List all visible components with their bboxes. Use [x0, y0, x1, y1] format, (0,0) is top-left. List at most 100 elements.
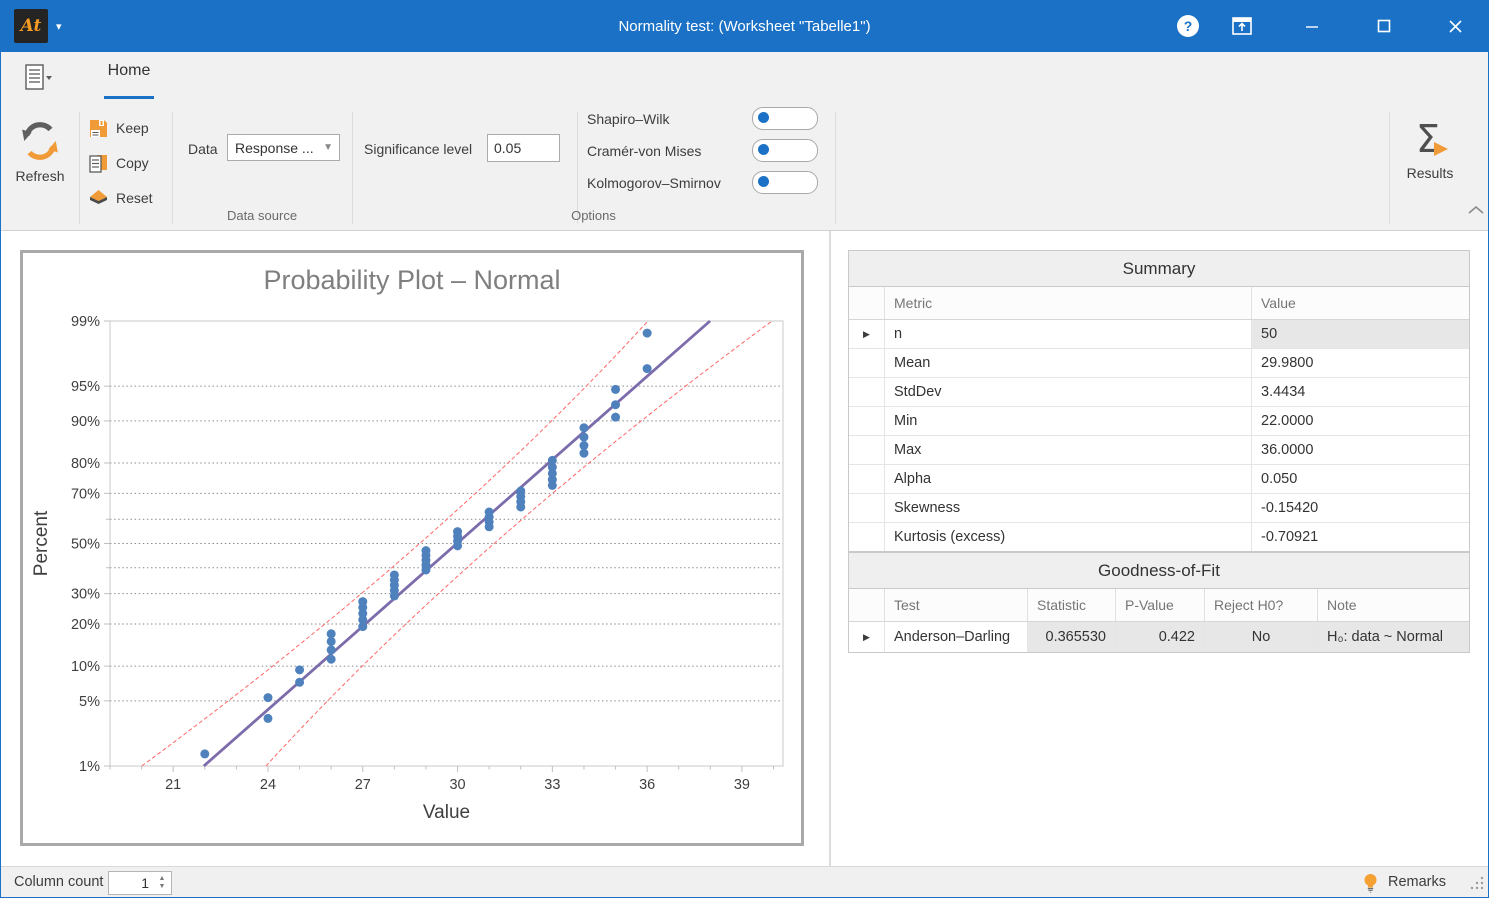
results-button[interactable]: Σ Results: [1392, 114, 1468, 181]
data-point: [295, 678, 304, 687]
data-point: [327, 645, 336, 654]
table-row[interactable]: Mean29.9800: [849, 349, 1469, 378]
table-cell: 0.365530: [1027, 622, 1115, 652]
maximize-icon: [1377, 19, 1391, 33]
y-tick-label: 50%: [71, 537, 100, 553]
data-point: [327, 655, 336, 664]
group-label-data-source: Data source: [172, 208, 352, 226]
title-bar: Normality test: (Worksheet "Tabelle1") A…: [0, 0, 1489, 52]
data-point: [263, 693, 272, 702]
app-logo-caret-icon[interactable]: ▾: [56, 20, 62, 33]
column-header: Note: [1317, 589, 1469, 621]
active-row-marker-icon: ▶: [863, 329, 870, 340]
collapse-ribbon-button[interactable]: [1468, 202, 1488, 216]
active-row-marker-icon: ▶: [863, 632, 870, 643]
toggle-kolmogorov-smirnov[interactable]: Kolmogorov–Smirnov: [0, 169, 835, 196]
data-point: [453, 527, 462, 536]
toggle-shapiro-wilk[interactable]: Shapiro–Wilk: [0, 105, 835, 132]
help-button[interactable]: ?: [1165, 0, 1211, 52]
data-point: [643, 364, 652, 373]
sigma-results-icon: Σ: [1408, 116, 1452, 162]
table-row[interactable]: ▶n50: [849, 320, 1469, 349]
x-tick-label: 33: [544, 777, 560, 793]
lightbulb-icon: [1362, 873, 1379, 893]
data-point: [421, 546, 430, 555]
y-tick-label: 90%: [71, 414, 100, 430]
data-point: [579, 449, 588, 458]
y-tick-label: 99%: [71, 314, 100, 330]
toggle-switch[interactable]: [752, 171, 818, 194]
toggle-switch[interactable]: [752, 107, 818, 130]
probability-plot-panel[interactable]: Probability Plot – Normal 21242730333639…: [20, 250, 804, 846]
goodness-table-header: TestStatisticP-ValueReject H0?Note: [849, 589, 1469, 622]
data-point: [390, 570, 399, 579]
table-cell: -0.70921: [1251, 523, 1469, 551]
table-cell: Mean: [884, 349, 1251, 377]
toggle-knob: [758, 112, 769, 123]
data-point: [611, 385, 620, 394]
toggle-knob: [758, 176, 769, 187]
table-row[interactable]: Kurtosis (excess)-0.70921: [849, 523, 1469, 551]
confidence-band-upper: [266, 321, 772, 766]
column-count-input[interactable]: [109, 874, 153, 892]
pane-splitter[interactable]: [829, 231, 831, 866]
app-menu-button[interactable]: [18, 60, 60, 96]
stepper-up-icon[interactable]: ▲: [159, 875, 166, 883]
x-tick-label: 30: [449, 777, 465, 793]
pin-ribbon-button[interactable]: [1219, 0, 1265, 52]
table-cell: Anderson–Darling: [884, 622, 1027, 652]
y-tick-label: 80%: [71, 456, 100, 472]
x-tick-label: 24: [260, 777, 276, 793]
x-tick-label: 27: [355, 777, 371, 793]
x-tick-label: 36: [639, 777, 655, 793]
group-label-options: Options: [352, 208, 835, 226]
resize-grip[interactable]: [1470, 876, 1484, 890]
toggle-cram-r-von-mises[interactable]: Cramér-von Mises: [0, 137, 835, 164]
y-tick-label: 70%: [71, 486, 100, 502]
tab-home-underline: [104, 96, 154, 99]
table-cell: No: [1204, 622, 1317, 652]
summary-table: Summary MetricValue ▶n50Mean29.9800StdDe…: [848, 250, 1470, 552]
toggle-label: Shapiro–Wilk: [587, 111, 669, 127]
column-header: Test: [884, 589, 1027, 621]
table-row[interactable]: Max36.0000: [849, 436, 1469, 465]
table-cell: H₀: data ~ Normal: [1317, 622, 1469, 652]
toggle-label: Cramér-von Mises: [587, 143, 701, 159]
remarks-button[interactable]: [1362, 873, 1379, 898]
status-bar: Column count ▲ ▼ Remarks: [0, 866, 1489, 898]
table-row[interactable]: Alpha0.050: [849, 465, 1469, 494]
toggle-knob: [758, 144, 769, 155]
app-logo-icon[interactable]: At: [14, 9, 48, 43]
x-tick-label: 39: [734, 777, 750, 793]
row-gutter: [849, 349, 884, 377]
column-count-stepper[interactable]: ▲ ▼: [108, 871, 172, 895]
probability-plot: 2124273033363999%95%90%80%70%50%30%20%10…: [23, 301, 801, 839]
grip-dots-icon: [1470, 876, 1484, 890]
data-point: [548, 456, 557, 465]
minimize-button[interactable]: [1289, 0, 1335, 52]
stepper-arrows[interactable]: ▲ ▼: [153, 872, 171, 894]
summary-table-header: MetricValue: [849, 287, 1469, 320]
row-gutter: ▶: [849, 622, 884, 652]
table-row[interactable]: Skewness-0.15420: [849, 494, 1469, 523]
close-button[interactable]: [1432, 0, 1478, 52]
table-row[interactable]: ▶Anderson–Darling0.3655300.422NoH₀: data…: [849, 622, 1469, 652]
table-row[interactable]: Min22.0000: [849, 407, 1469, 436]
goodness-table-body: ▶Anderson–Darling0.3655300.422NoH₀: data…: [849, 622, 1469, 652]
data-point: [611, 413, 620, 422]
summary-table-title: Summary: [849, 251, 1469, 287]
minimize-icon: [1305, 19, 1319, 33]
stepper-down-icon[interactable]: ▼: [159, 883, 166, 891]
table-cell: Max: [884, 436, 1251, 464]
toggle-switch[interactable]: [752, 139, 818, 162]
toggle-label: Kolmogorov–Smirnov: [587, 175, 721, 191]
table-row[interactable]: StdDev3.4434: [849, 378, 1469, 407]
column-header: Reject H0?: [1204, 589, 1317, 621]
goodness-of-fit-table: Goodness-of-Fit TestStatisticP-ValueReje…: [848, 552, 1470, 653]
tab-home[interactable]: Home: [100, 62, 158, 80]
chevron-up-icon: [1468, 205, 1484, 215]
data-point: [579, 423, 588, 432]
app-menu-icon: [24, 64, 54, 92]
data-point: [263, 714, 272, 723]
maximize-button[interactable]: [1361, 0, 1407, 52]
